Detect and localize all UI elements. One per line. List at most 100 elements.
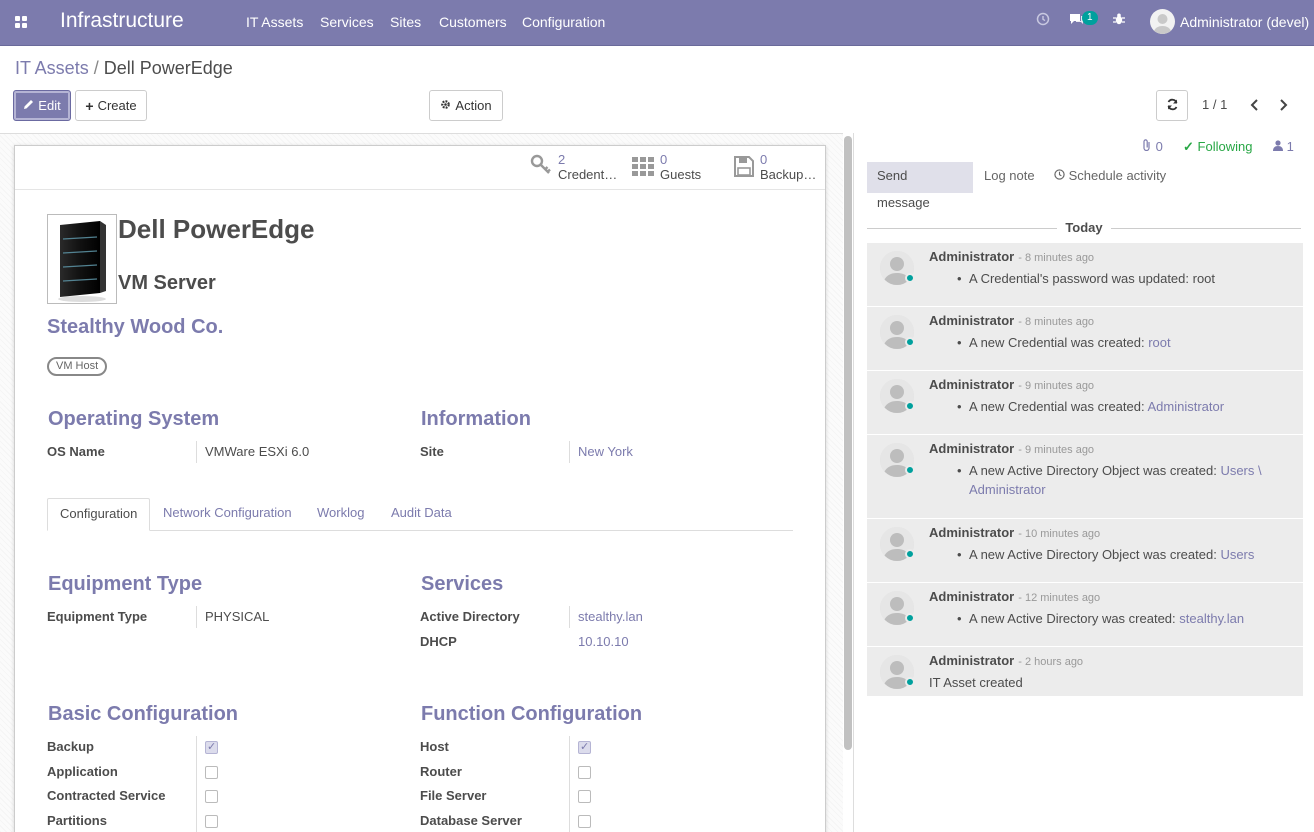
field-separator [569, 441, 570, 463]
reload-button[interactable] [1156, 90, 1188, 121]
attachments-button[interactable]: 0 [1142, 139, 1163, 154]
os-name-value: VMWare ESXi 6.0 [205, 444, 310, 459]
message-date: - 9 minutes ago [1018, 444, 1095, 456]
create-button[interactable]: + Create [75, 90, 147, 121]
partitions-label: Partitions [47, 813, 107, 828]
apps-menu-icon[interactable] [15, 16, 27, 28]
online-status-icon [905, 549, 915, 559]
backup-checkbox[interactable] [205, 740, 218, 754]
tab-configuration[interactable]: Configuration [47, 498, 150, 531]
app-brand[interactable]: Infrastructure [60, 9, 184, 33]
message-body: A new Active Directory Object was create… [957, 461, 1289, 499]
message-date: - 10 minutes ago [1018, 528, 1101, 540]
dhcp-link[interactable]: 10.10.10 [578, 634, 629, 649]
attachments-count: 0 [1155, 139, 1163, 154]
router-checkbox[interactable] [578, 766, 591, 779]
form-sheet [14, 145, 826, 832]
file-server-checkbox[interactable] [578, 790, 591, 803]
message-author[interactable]: Administrator [929, 377, 1014, 392]
message-body: A new Active Directory was created: stea… [957, 609, 1289, 628]
create-button-label: Create [97, 98, 137, 113]
message-author[interactable]: Administrator [929, 313, 1014, 328]
active-directory-link[interactable]: stealthy.lan [578, 609, 643, 624]
followers-button[interactable]: 1 [1273, 139, 1294, 154]
field-separator [569, 606, 570, 628]
debug-bug-icon[interactable] [1112, 12, 1126, 29]
database-server-checkbox[interactable] [578, 815, 591, 828]
backups-label: Backup… [760, 167, 817, 182]
chatter-message: Administrator - 8 minutes ago A Credential… [867, 243, 1303, 307]
pencil-icon [23, 98, 34, 113]
activity-clock-icon[interactable] [1036, 12, 1050, 29]
tag-vm-host[interactable]: VM Host [47, 357, 108, 376]
credentials-label: Credent… [558, 167, 618, 182]
message-link[interactable]: root [1148, 335, 1170, 350]
host-checkbox[interactable] [578, 740, 591, 754]
partitions-checkbox[interactable] [205, 815, 218, 828]
message-body: A new Credential was created: Administra… [957, 397, 1289, 416]
pager-previous-icon[interactable] [1250, 98, 1260, 115]
edit-button-label: Edit [38, 98, 61, 113]
message-author[interactable]: Administrator [929, 653, 1014, 668]
edit-button[interactable]: Edit [13, 90, 71, 121]
message-author[interactable]: Administrator [929, 249, 1014, 264]
refresh-icon [1166, 98, 1179, 114]
equipment-type-value: PHYSICAL [205, 609, 270, 624]
credentials-count: 2 [558, 152, 566, 167]
menu-sites[interactable]: Sites [390, 14, 421, 30]
breadcrumb-parent-link[interactable]: IT Assets [15, 58, 89, 78]
log-note-button[interactable]: Log note [974, 162, 1045, 193]
credentials-smart-button[interactable]: 2 Credent… [530, 153, 617, 182]
tab-worklog[interactable]: Worklog [305, 498, 376, 531]
tab-network-configuration[interactable]: Network Configuration [151, 498, 304, 531]
action-button-label: Action [455, 98, 492, 113]
clock-icon [1054, 168, 1065, 183]
message-author[interactable]: Administrator [929, 525, 1014, 540]
pager-next-icon[interactable] [1278, 98, 1288, 115]
form-scrollbar[interactable] [844, 136, 852, 750]
tab-audit-data[interactable]: Audit Data [379, 498, 464, 531]
action-button[interactable]: Action [429, 90, 503, 121]
application-label: Application [47, 764, 118, 779]
guests-smart-button[interactable]: 0 Guests [632, 153, 701, 182]
record-name: Dell PowerEdge [118, 214, 315, 244]
online-status-icon [905, 613, 915, 623]
message-date: - 2 hours ago [1018, 656, 1084, 668]
message-body: A Credential's password was updated: roo… [957, 269, 1289, 288]
menu-it-assets[interactable]: IT Assets [246, 14, 303, 30]
contracted-service-label: Contracted Service [47, 788, 166, 803]
message-author[interactable]: Administrator [929, 589, 1014, 604]
guests-count: 0 [660, 152, 668, 167]
record-partner-link[interactable]: Stealthy Wood Co. [47, 316, 223, 339]
menu-customers[interactable]: Customers [439, 14, 507, 30]
backups-smart-button[interactable]: 0 Backup… [734, 153, 816, 182]
schedule-activity-button[interactable]: Schedule activity [1044, 162, 1176, 193]
record-subtitle: VM Server [118, 272, 216, 294]
message-body: A new Active Directory Object was create… [957, 545, 1289, 564]
message-link[interactable]: stealthy.lan [1179, 611, 1244, 626]
field-separator [196, 441, 197, 463]
chatter-message: Administrator - 10 minutes ago A new Activ… [867, 519, 1303, 583]
message-author[interactable]: Administrator [929, 441, 1014, 456]
menu-configuration[interactable]: Configuration [522, 14, 605, 30]
application-checkbox[interactable] [205, 766, 218, 779]
gear-icon [440, 98, 451, 113]
router-label: Router [420, 764, 462, 779]
menu-services[interactable]: Services [320, 14, 374, 30]
record-image[interactable] [47, 214, 117, 304]
online-status-icon [905, 465, 915, 475]
pager-value[interactable]: 1 / 1 [1202, 97, 1227, 112]
following-button[interactable]: ✓ Following [1183, 139, 1252, 155]
user-avatar[interactable] [1150, 9, 1175, 34]
os-group-title: Operating System [48, 408, 220, 430]
message-link[interactable]: Users [1220, 547, 1254, 562]
host-label: Host [420, 739, 449, 754]
contracted-service-checkbox[interactable] [205, 790, 218, 803]
grid-icon [632, 153, 654, 182]
site-link[interactable]: New York [578, 444, 633, 459]
user-menu-name[interactable]: Administrator (devel) [1180, 14, 1309, 30]
top-navbar: Infrastructure IT Assets Services Sites … [0, 0, 1314, 46]
database-server-label: Database Server [420, 813, 522, 828]
message-link[interactable]: Administrator [1148, 399, 1225, 414]
send-message-button[interactable]: Send message [867, 162, 973, 210]
